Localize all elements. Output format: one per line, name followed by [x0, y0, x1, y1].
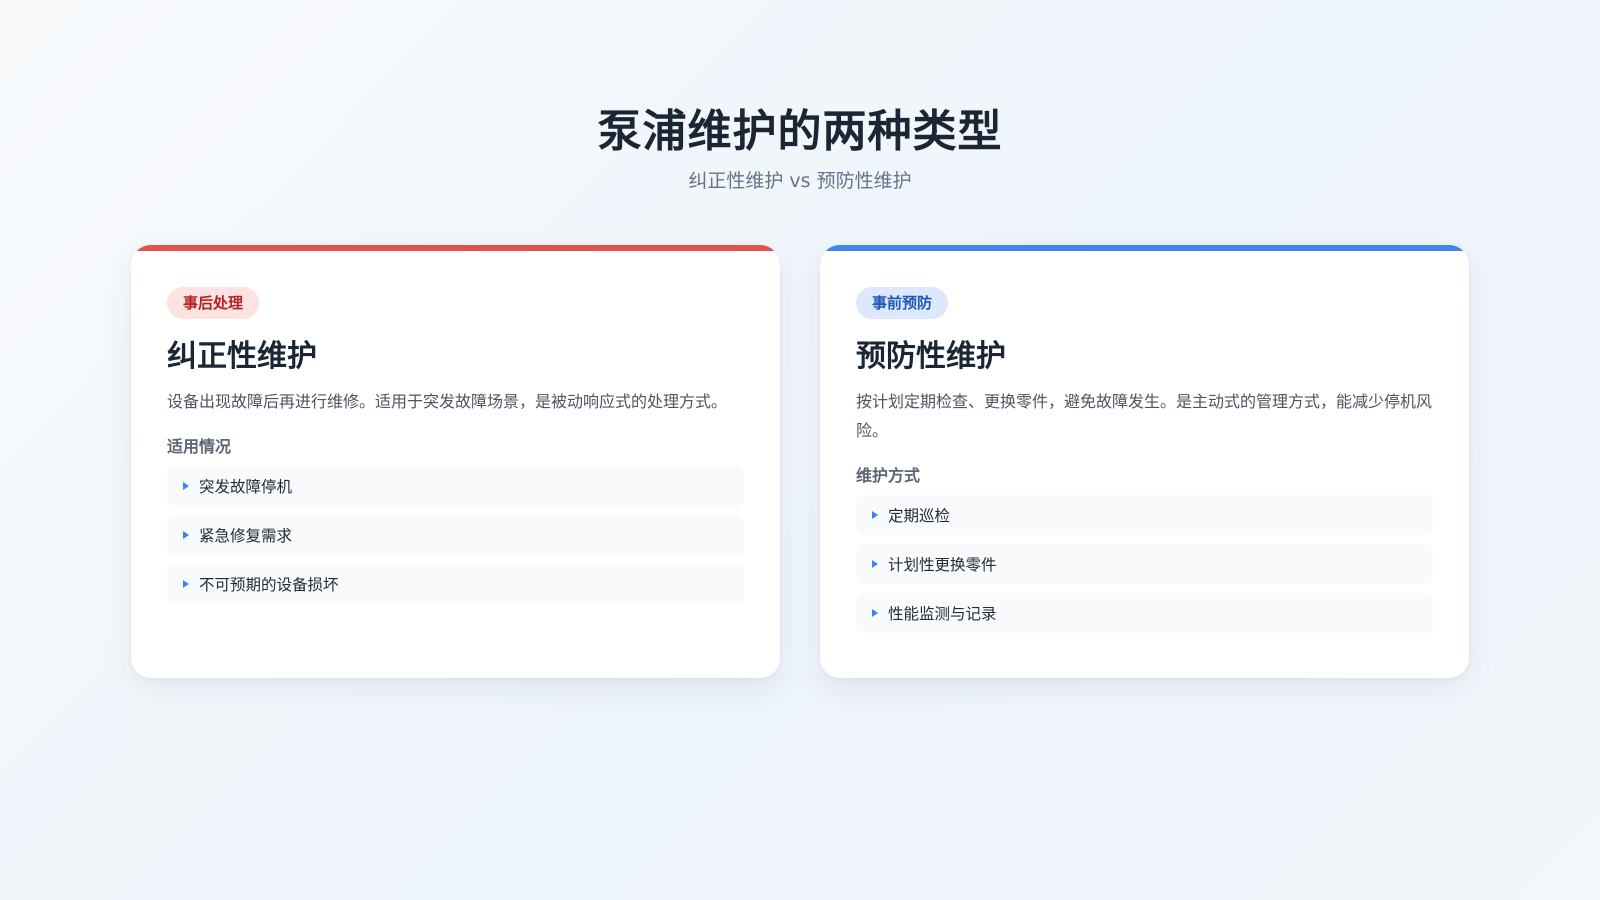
triangle-bullet-icon — [183, 482, 189, 490]
card-tag: 事前预防 — [856, 287, 949, 319]
list-item: 紧急修复需求 — [167, 515, 744, 555]
page-header: 泵浦维护的两种类型 纠正性维护 vs 预防性维护 — [0, 104, 1600, 194]
list-item-label: 不可预期的设备损坏 — [199, 576, 339, 594]
preventive-maintenance-card: 事前预防 预防性维护 按计划定期检查、更换零件，避免故障发生。是主动式的管理方式… — [820, 245, 1469, 678]
triangle-bullet-icon — [872, 511, 878, 519]
card-description: 设备出现故障后再进行维修。适用于突发故障场景，是被动响应式的处理方式。 — [167, 392, 728, 411]
card-section-label: 适用情况 — [167, 437, 232, 456]
list-item: 定期巡检 — [856, 495, 1433, 535]
triangle-bullet-icon — [872, 609, 878, 617]
page-subtitle: 纠正性维护 vs 预防性维护 — [688, 170, 912, 192]
corrective-maintenance-card: 事后处理 纠正性维护 设备出现故障后再进行维修。适用于突发故障场景，是被动响应式… — [131, 245, 780, 678]
list-item-label: 定期巡检 — [888, 507, 951, 525]
card-description: 按计划定期检查、更换零件，避免故障发生。是主动式的管理方式，能减少停机风险。 — [856, 392, 1433, 440]
card-item-list: 定期巡检 计划性更换零件 性能监测与记录 — [856, 495, 1433, 633]
list-item: 性能监测与记录 — [856, 593, 1433, 633]
list-item-label: 突发故障停机 — [199, 478, 293, 496]
list-item-label: 性能监测与记录 — [888, 605, 997, 623]
list-item: 突发故障停机 — [167, 466, 744, 506]
triangle-bullet-icon — [183, 580, 189, 588]
maintenance-type-cards: 事后处理 纠正性维护 设备出现故障后再进行维修。适用于突发故障场景，是被动响应式… — [131, 245, 1469, 678]
page-title: 泵浦维护的两种类型 — [597, 106, 1003, 157]
card-item-list: 突发故障停机 紧急修复需求 不可预期的设备损坏 — [167, 466, 744, 604]
triangle-bullet-icon — [183, 531, 189, 539]
list-item: 不可预期的设备损坏 — [167, 564, 744, 604]
card-section-label: 维护方式 — [856, 466, 921, 485]
card-tag: 事后处理 — [167, 287, 260, 319]
triangle-bullet-icon — [872, 560, 878, 568]
list-item-label: 紧急修复需求 — [199, 527, 293, 545]
card-title: 预防性维护 — [856, 339, 1006, 374]
list-item-label: 计划性更换零件 — [888, 556, 997, 574]
list-item: 计划性更换零件 — [856, 544, 1433, 584]
card-title: 纠正性维护 — [167, 339, 317, 374]
